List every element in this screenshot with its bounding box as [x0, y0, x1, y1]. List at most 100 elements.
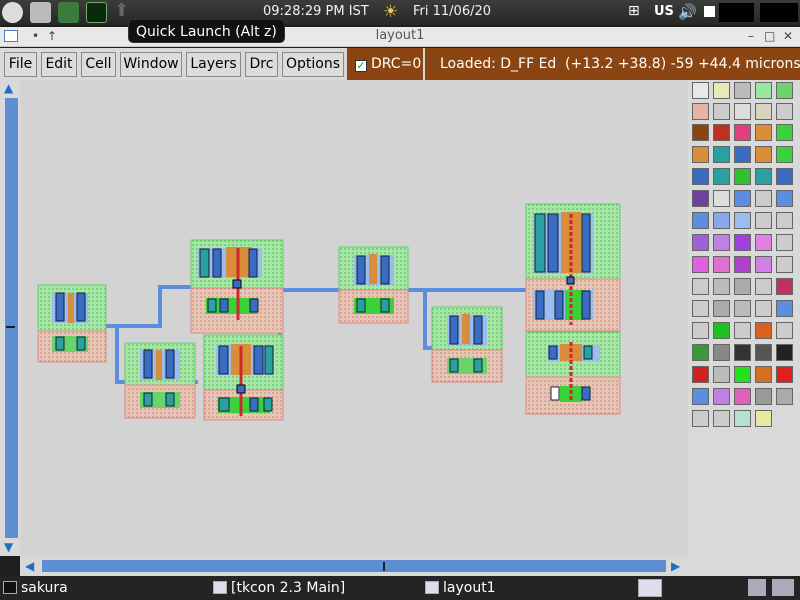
cell-instance[interactable]: [203, 334, 284, 421]
keyboard-layout[interactable]: US: [654, 4, 674, 19]
network-icon[interactable]: ⊞: [628, 3, 640, 19]
layer-swatch[interactable]: [734, 168, 751, 185]
layer-swatch[interactable]: [713, 366, 730, 383]
layer-swatch[interactable]: [755, 256, 772, 273]
layer-swatch[interactable]: [734, 103, 751, 120]
cell-instance[interactable]: [190, 239, 284, 334]
layer-swatch[interactable]: [755, 300, 772, 317]
layer-swatch[interactable]: [713, 344, 730, 361]
task-tkcon[interactable]: [tkcon 2.3 Main]: [213, 579, 345, 598]
layer-swatch[interactable]: [734, 300, 751, 317]
horizontal-scrollbar[interactable]: ◀ ▶: [20, 556, 688, 576]
layer-swatch[interactable]: [776, 322, 793, 339]
layer-swatch[interactable]: [776, 146, 793, 163]
layer-swatch[interactable]: [692, 256, 709, 273]
cell-instance[interactable]: [338, 246, 409, 324]
layer-swatch[interactable]: [755, 410, 772, 427]
layer-swatch[interactable]: [755, 190, 772, 207]
layer-swatch[interactable]: [776, 168, 793, 185]
layer-swatch[interactable]: [755, 388, 772, 405]
layer-swatch[interactable]: [692, 388, 709, 405]
files-icon[interactable]: [30, 2, 51, 23]
menu-window[interactable]: Window: [120, 52, 182, 77]
layer-swatch[interactable]: [755, 168, 772, 185]
layer-swatch[interactable]: [713, 256, 730, 273]
layer-swatch[interactable]: [776, 344, 793, 361]
layer-swatch[interactable]: [692, 366, 709, 383]
layer-swatch[interactable]: [713, 300, 730, 317]
layer-swatch[interactable]: [734, 344, 751, 361]
minimize-icon[interactable]: –: [748, 29, 754, 43]
layer-swatch[interactable]: [734, 212, 751, 229]
layer-swatch[interactable]: [713, 103, 730, 120]
menu-cell[interactable]: Cell: [81, 52, 116, 77]
layer-swatch[interactable]: [776, 366, 793, 383]
drc-checkbox[interactable]: ✓: [355, 60, 367, 72]
weather-icon[interactable]: ☀: [383, 2, 398, 22]
layer-swatch[interactable]: [755, 278, 772, 295]
menu-file[interactable]: File: [4, 52, 37, 77]
menu-options[interactable]: Options: [282, 52, 344, 77]
volume-icon[interactable]: 🔊: [678, 3, 697, 21]
workspace-icon[interactable]: [748, 579, 766, 596]
clock[interactable]: 09:28:29 PM IST: [263, 4, 369, 19]
layer-swatch[interactable]: [776, 212, 793, 229]
workspace-icon[interactable]: [772, 579, 794, 596]
cell-instance[interactable]: [525, 203, 621, 332]
drc-toggle[interactable]: ✓ DRC=0: [347, 48, 423, 80]
layer-swatch[interactable]: [776, 124, 793, 141]
layer-swatch[interactable]: [692, 234, 709, 251]
layer-swatch[interactable]: [713, 190, 730, 207]
layer-swatch[interactable]: [776, 300, 793, 317]
menu-edit[interactable]: Edit: [41, 52, 77, 77]
menu-layers[interactable]: Layers: [186, 52, 241, 77]
layer-swatch[interactable]: [755, 124, 772, 141]
layout-canvas[interactable]: [20, 80, 688, 556]
start-menu-icon[interactable]: [2, 2, 23, 23]
layout-drawing[interactable]: [20, 80, 688, 556]
tray-icon[interactable]: [704, 6, 715, 17]
cell-instance[interactable]: [431, 306, 503, 383]
layer-swatch[interactable]: [734, 124, 751, 141]
layer-swatch[interactable]: [734, 256, 751, 273]
layer-swatch[interactable]: [776, 278, 793, 295]
layer-swatch[interactable]: [776, 82, 793, 99]
menu-drc[interactable]: Drc: [245, 52, 278, 77]
layer-swatch[interactable]: [713, 146, 730, 163]
layer-swatch[interactable]: [776, 190, 793, 207]
layer-swatch[interactable]: [713, 212, 730, 229]
layer-swatch[interactable]: [713, 410, 730, 427]
layer-swatch[interactable]: [692, 146, 709, 163]
layer-swatch[interactable]: [692, 124, 709, 141]
layer-swatch[interactable]: [692, 82, 709, 99]
layer-swatch[interactable]: [692, 300, 709, 317]
layer-swatch[interactable]: [713, 82, 730, 99]
layer-swatch[interactable]: [776, 103, 793, 120]
layer-swatch[interactable]: [734, 234, 751, 251]
layer-swatch[interactable]: [713, 234, 730, 251]
layer-swatch[interactable]: [692, 322, 709, 339]
date[interactable]: Fri 11/06/20: [413, 4, 491, 19]
layer-swatch[interactable]: [755, 146, 772, 163]
maximize-icon[interactable]: □: [764, 29, 775, 43]
editor-icon[interactable]: [58, 2, 79, 23]
layer-swatch[interactable]: [734, 388, 751, 405]
layer-swatch[interactable]: [692, 410, 709, 427]
scroll-left-icon[interactable]: ◀: [25, 559, 34, 573]
cell-instance[interactable]: [124, 342, 196, 419]
close-icon[interactable]: ✕: [783, 29, 793, 43]
scroll-up-icon[interactable]: ▲: [4, 81, 13, 95]
cell-instance[interactable]: [37, 284, 107, 363]
terminal-icon[interactable]: [86, 2, 107, 23]
scroll-down-icon[interactable]: ▼: [4, 540, 13, 554]
layer-swatch[interactable]: [734, 190, 751, 207]
layer-swatch[interactable]: [755, 234, 772, 251]
layer-swatch[interactable]: [734, 366, 751, 383]
layer-swatch[interactable]: [713, 388, 730, 405]
layer-swatch[interactable]: [755, 212, 772, 229]
layer-swatch[interactable]: [713, 322, 730, 339]
layer-swatch[interactable]: [734, 278, 751, 295]
show-desktop-icon[interactable]: [638, 579, 662, 597]
layer-swatch[interactable]: [692, 190, 709, 207]
vertical-scrollbar[interactable]: ▲ ▼: [0, 80, 20, 556]
